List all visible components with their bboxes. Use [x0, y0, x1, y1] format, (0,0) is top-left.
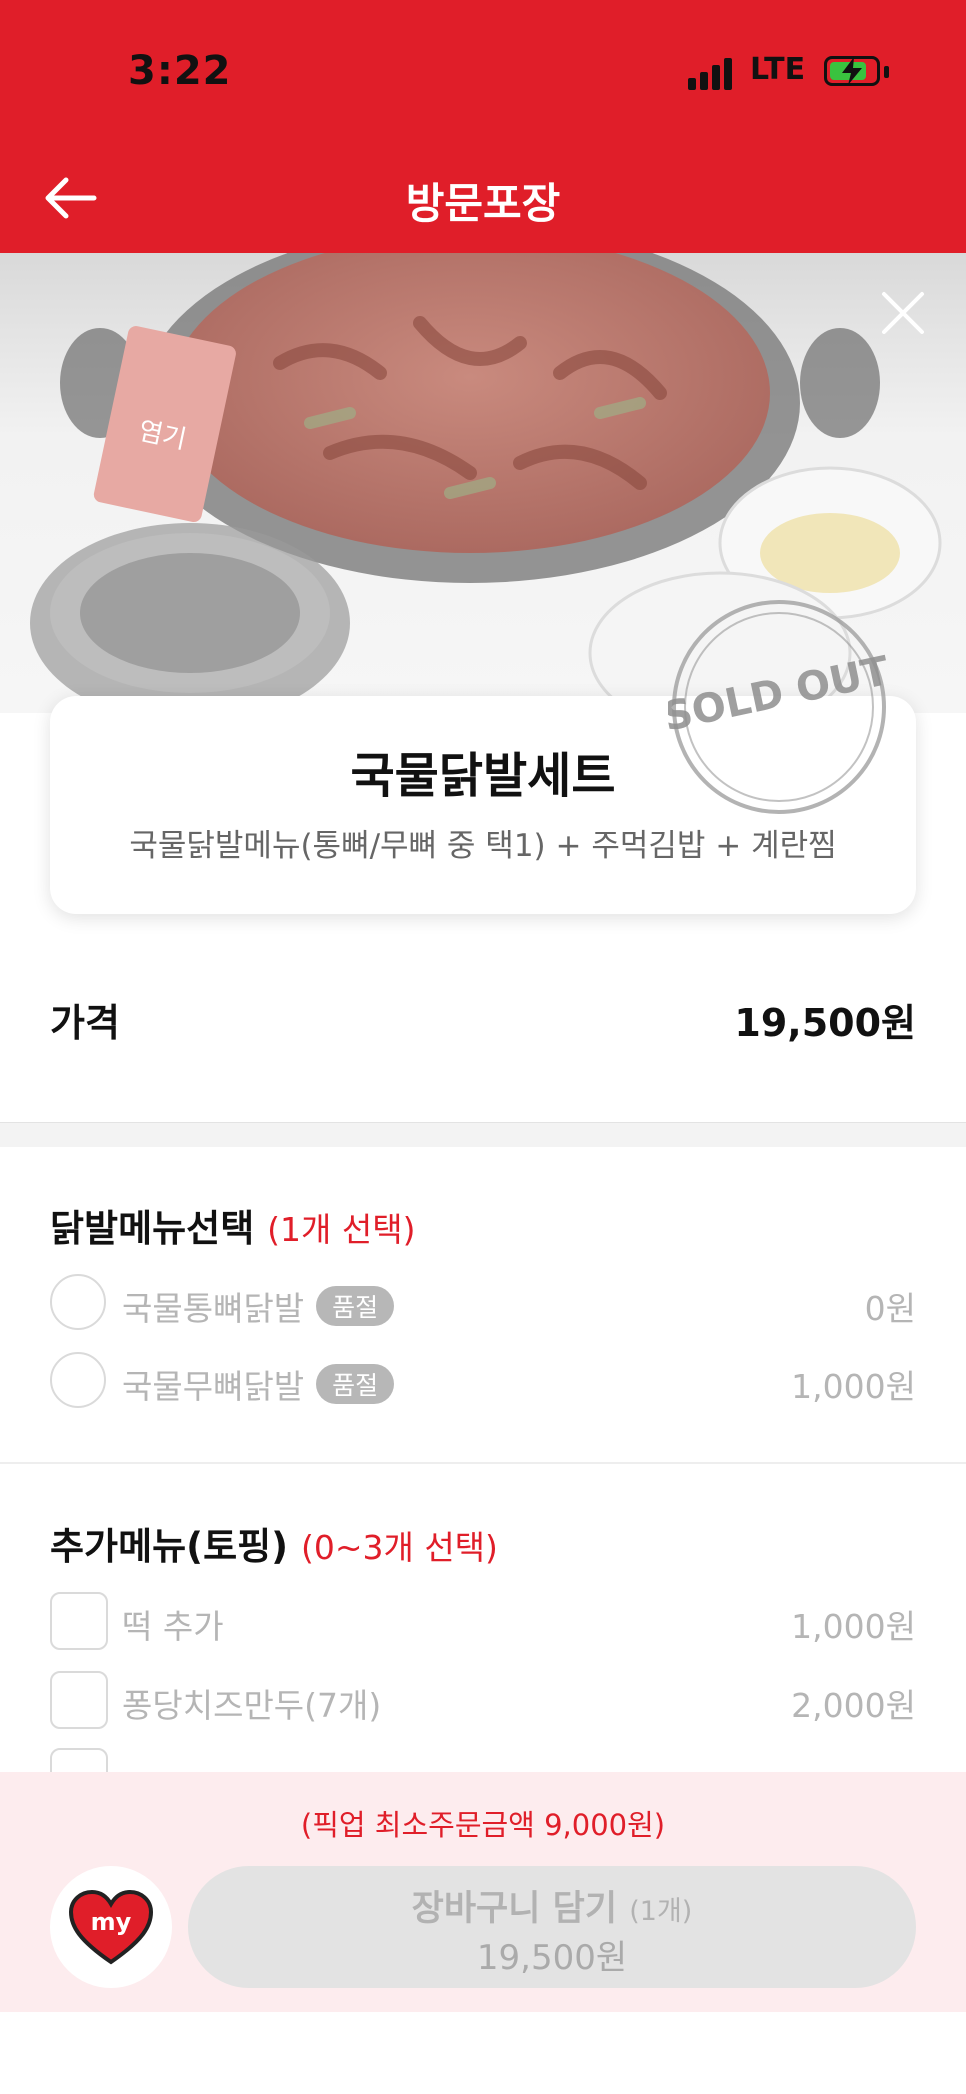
sold-out-badge: 품절	[316, 1286, 395, 1326]
section-requirement: (0~3개 선택)	[300, 1528, 498, 1567]
option-label: 국물통뼈닭발 품절	[122, 1282, 395, 1330]
sold-out-stamp: SOLD OUT	[668, 600, 890, 814]
option-row[interactable]: 국물무뼈닭발 품절 1,000원	[50, 1352, 916, 1412]
section-divider-band	[0, 1122, 966, 1147]
status-time: 3:22	[128, 48, 232, 94]
sold-out-badge: 품절	[316, 1364, 395, 1404]
close-icon[interactable]	[880, 290, 926, 336]
signal-icon	[688, 56, 736, 90]
section-requirement: (1개 선택)	[267, 1210, 416, 1249]
charging-icon	[842, 57, 862, 85]
network-type: LTE	[750, 52, 806, 87]
option-name: 퐁당치즈만두(7개)	[122, 1686, 382, 1725]
option-name: 떡 추가	[122, 1607, 224, 1646]
checkbox[interactable]	[50, 1671, 108, 1729]
min-order-notice: (픽업 최소주문금액 9,000원)	[300, 1808, 666, 1842]
section-title-chicken-feet: 닭발메뉴선택 (1개 선택)	[50, 1198, 415, 1252]
cart-price: 19,500원	[476, 1938, 628, 1978]
cart-count: (1개)	[629, 1896, 693, 1927]
option-price: 1,000원	[791, 1607, 916, 1646]
option-row[interactable]: 국물통뼈닭발 품절 0원	[50, 1274, 916, 1334]
page-title: 방문포장	[405, 179, 561, 228]
cart-button-label: 장바구니 담기 (1개)	[188, 1880, 916, 1931]
app-header: 3:22 LTE 방문포장	[0, 0, 966, 253]
home-indicator-area	[0, 2012, 966, 2094]
option-row[interactable]: 퐁당치즈만두(7개) 2,000원	[50, 1671, 916, 1731]
cart-label: 장바구니 담기	[411, 1889, 618, 1929]
section-title-toppings: 추가메뉴(토핑) (0~3개 선택)	[50, 1516, 498, 1570]
option-name: 국물통뼈닭발	[122, 1289, 305, 1328]
section-title-text: 추가메뉴(토핑)	[50, 1525, 289, 1568]
price-value: 19,500원	[734, 1001, 916, 1045]
sold-out-text: SOLD OUT	[668, 648, 890, 741]
checkbox[interactable]	[50, 1592, 108, 1650]
battery-cap	[884, 66, 889, 78]
section-title-text: 닭발메뉴선택	[50, 1207, 255, 1250]
heart-icon: my	[68, 1889, 154, 1965]
my-button[interactable]: my	[50, 1866, 172, 1988]
order-footer: (픽업 최소주문금액 9,000원) my 장바구니 담기 (1개) 19,50…	[0, 1772, 966, 2012]
option-name: 국물무뼈닭발	[122, 1367, 305, 1406]
divider	[0, 1462, 966, 1464]
my-label: my	[91, 1908, 132, 1936]
price-label: 가격	[50, 1001, 120, 1045]
option-row[interactable]: 떡 추가 1,000원	[50, 1592, 916, 1652]
option-price: 2,000원	[791, 1686, 916, 1725]
option-price: 1,000원	[791, 1367, 916, 1406]
radio-button[interactable]	[50, 1352, 106, 1408]
option-price: 0원	[864, 1289, 916, 1328]
option-label: 국물무뼈닭발 품절	[122, 1360, 395, 1408]
radio-button[interactable]	[50, 1274, 106, 1330]
add-to-cart-button[interactable]: 장바구니 담기 (1개) 19,500원	[188, 1866, 916, 1988]
product-description: 국물닭발메뉴(통뼈/무뼈 중 택1) + 주먹김밥 + 계란찜	[129, 828, 837, 864]
